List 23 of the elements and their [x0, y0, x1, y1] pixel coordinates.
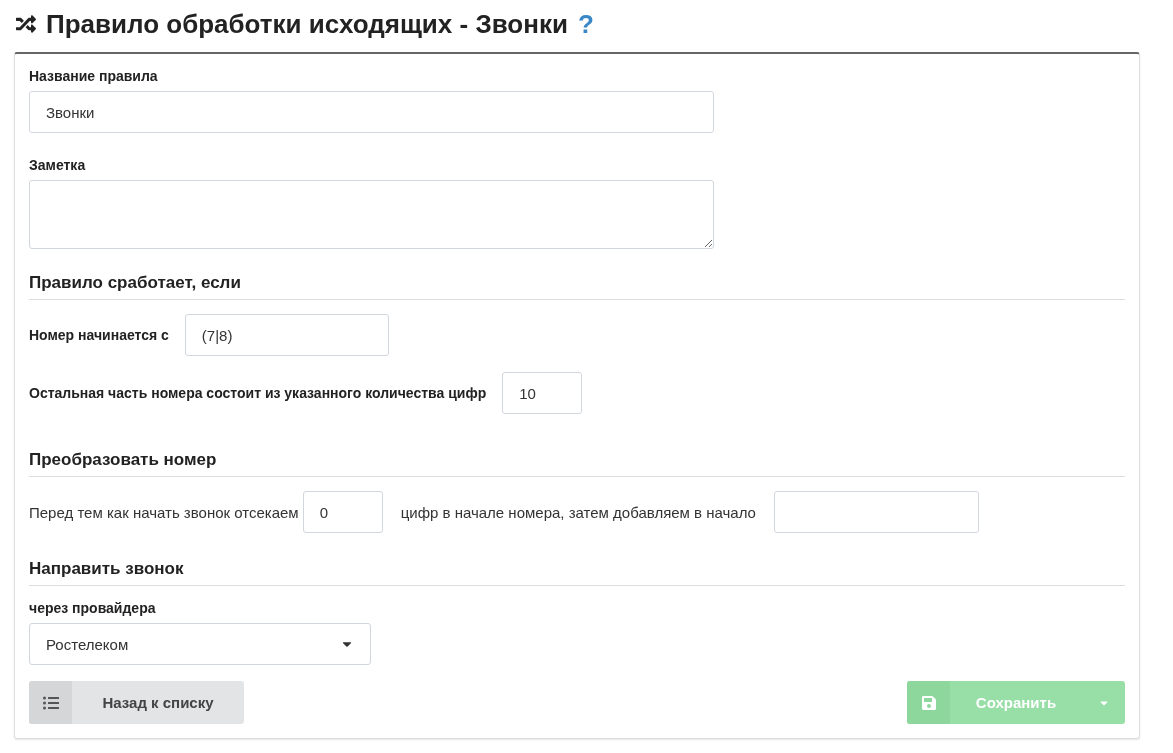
help-link[interactable]: ?	[577, 8, 594, 40]
section-heading: Преобразовать номер	[29, 450, 1125, 477]
sentence-text: цифр в начале номера, затем добавляем в начало	[400, 503, 756, 521]
note-field[interactable]	[29, 180, 714, 249]
input-field[interactable]: 0	[302, 491, 383, 533]
section-heading: Правило сработает, если	[29, 273, 1125, 300]
provider-dropdown[interactable]: Ростелеком	[29, 623, 371, 665]
input-field[interactable]: (7|8)	[184, 314, 389, 356]
input-field[interactable]: 10	[502, 372, 583, 414]
field-label: Номер начинается с	[29, 327, 169, 343]
field-label: Название правила	[29, 68, 159, 84]
input-field[interactable]	[773, 491, 979, 533]
save-icon	[920, 694, 937, 711]
field-label: Заметка	[29, 157, 87, 173]
field-label: Остальная часть номера состоит из указанного количества цифр	[29, 385, 487, 401]
field-label: через провайдера	[29, 600, 157, 616]
rule-name-field[interactable]: Звонки	[29, 91, 714, 133]
list-icon	[42, 694, 59, 711]
section-heading: Направить звонок	[29, 559, 1125, 586]
shuffle-icon	[16, 14, 36, 34]
back-to-list-button[interactable]: Назад к списку	[29, 681, 244, 724]
page-title: Правило обработки исходящих - Звонки	[46, 8, 568, 40]
sentence-text: Перед тем как начать звонок отсекаем	[29, 503, 299, 521]
